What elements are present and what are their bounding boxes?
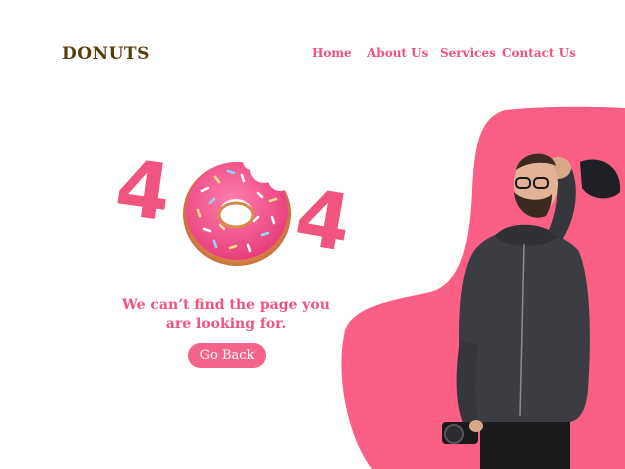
nav-about-link[interactable]: About Us: [367, 46, 428, 60]
error-page: DONUTS Home About Us Services Contact Us…: [0, 0, 625, 469]
go-back-button[interactable]: Go Back: [188, 343, 266, 368]
main-nav: Home About Us Services Contact Us: [0, 46, 625, 64]
person-with-camera-image: [442, 153, 621, 469]
nav-contact-link[interactable]: Contact Us: [502, 46, 576, 60]
nav-services-link[interactable]: Services: [440, 46, 496, 60]
error-message: We can’t find the page you are looking f…: [122, 297, 330, 332]
nav-home-link[interactable]: Home: [312, 46, 352, 60]
error-digit-left: 4: [110, 142, 177, 240]
donut-image: [183, 162, 291, 266]
